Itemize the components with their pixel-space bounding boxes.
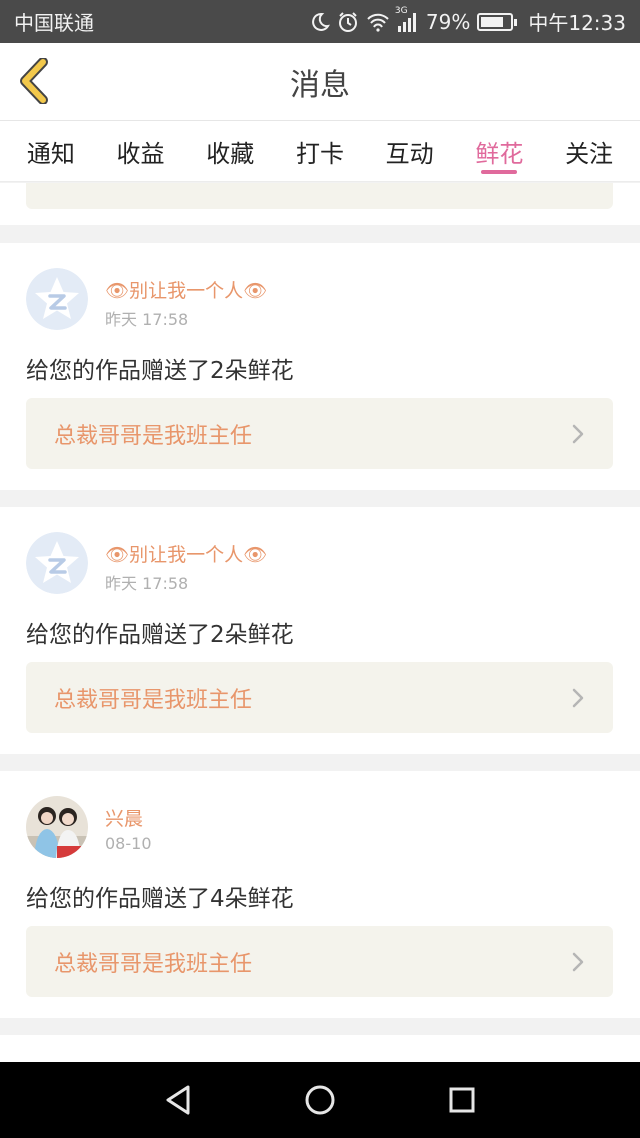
tab-notice[interactable]: 通知 [23, 120, 79, 182]
chevron-right-icon [572, 688, 584, 707]
page-title: 消息 [290, 67, 350, 103]
wifi-icon [366, 12, 390, 32]
nav-recents-button[interactable] [391, 1062, 533, 1138]
message-time: 08-10 [105, 834, 152, 853]
network-type: 3G [394, 5, 408, 16]
nav-home-button[interactable] [249, 1062, 391, 1138]
default-avatar-icon[interactable] [26, 268, 88, 330]
list-item: 兴晨 08-10 给您的作品赠送了4朵鲜花 总裁哥哥是我班主任 [0, 771, 640, 1018]
work-link-card[interactable]: 总裁哥哥是我班主任 [26, 926, 613, 997]
work-link-card[interactable]: 总裁哥哥是我班主任 [26, 398, 613, 469]
status-icons: 3G 79% 中午12:33 [310, 6, 626, 36]
tab-bar: 通知 收益 收藏 打卡 互动 鲜花 关注 [0, 120, 640, 182]
status-bar: 中国联通 3G 79% 中午12:33 [0, 0, 640, 43]
chevron-right-icon [572, 424, 584, 443]
work-title: 总裁哥哥是我班主任 [54, 423, 253, 449]
square-recents-icon [449, 1087, 475, 1113]
list-item: 👁别让我一个人👁 昨天 17:58 给您的作品赠送了2朵鲜花 总裁哥哥是我班主任 [0, 507, 640, 754]
default-avatar-icon[interactable] [26, 532, 88, 594]
message-text: 给您的作品赠送了2朵鲜花 [26, 622, 294, 648]
tab-flowers[interactable]: 鲜花 [471, 120, 527, 182]
app-header: 消息 [0, 43, 640, 120]
work-title: 总裁哥哥是我班主任 [54, 687, 253, 713]
username[interactable]: 兴晨 [105, 804, 143, 831]
moon-icon [310, 12, 330, 32]
battery-icon [477, 12, 518, 31]
alarm-icon [337, 11, 359, 33]
tab-favorites[interactable]: 收藏 [202, 120, 258, 182]
message-text: 给您的作品赠送了2朵鲜花 [26, 358, 294, 384]
message-time: 昨天 17:58 [105, 574, 189, 593]
message-text: 给您的作品赠送了4朵鲜花 [26, 886, 294, 912]
carrier-label: 中国联通 [14, 11, 94, 35]
chevron-right-icon [572, 952, 584, 971]
triangle-back-icon [166, 1085, 190, 1115]
partial-work-card[interactable] [26, 183, 613, 209]
message-time: 昨天 17:58 [105, 310, 189, 329]
partial-list-item [0, 183, 640, 225]
nav-back-button[interactable] [107, 1062, 249, 1138]
back-button[interactable] [14, 55, 54, 107]
partial-list-item [0, 1035, 640, 1062]
work-link-card[interactable]: 总裁哥哥是我班主任 [26, 662, 613, 733]
list-item: 👁别让我一个人👁 昨天 17:58 给您的作品赠送了2朵鲜花 总裁哥哥是我班主任 [0, 243, 640, 490]
system-nav-bar [0, 1062, 640, 1138]
clock: 中午12:33 [528, 11, 626, 35]
tab-earnings[interactable]: 收益 [113, 120, 169, 182]
tab-interaction[interactable]: 互动 [382, 120, 438, 182]
circle-home-icon [305, 1085, 335, 1115]
battery-percent: 79% [425, 9, 471, 34]
battery-level [481, 16, 504, 27]
work-title: 总裁哥哥是我班主任 [54, 951, 253, 977]
chevron-left-icon [20, 58, 48, 104]
tab-follow[interactable]: 关注 [561, 120, 617, 182]
tab-checkin[interactable]: 打卡 [292, 120, 348, 182]
message-list[interactable]: 👁别让我一个人👁 昨天 17:58 给您的作品赠送了2朵鲜花 总裁哥哥是我班主任… [0, 183, 640, 1062]
user-photo-avatar[interactable] [26, 796, 88, 858]
signal-icon: 3G [395, 6, 419, 32]
username[interactable]: 👁别让我一个人👁 [105, 540, 267, 567]
username[interactable]: 👁别让我一个人👁 [105, 276, 267, 303]
